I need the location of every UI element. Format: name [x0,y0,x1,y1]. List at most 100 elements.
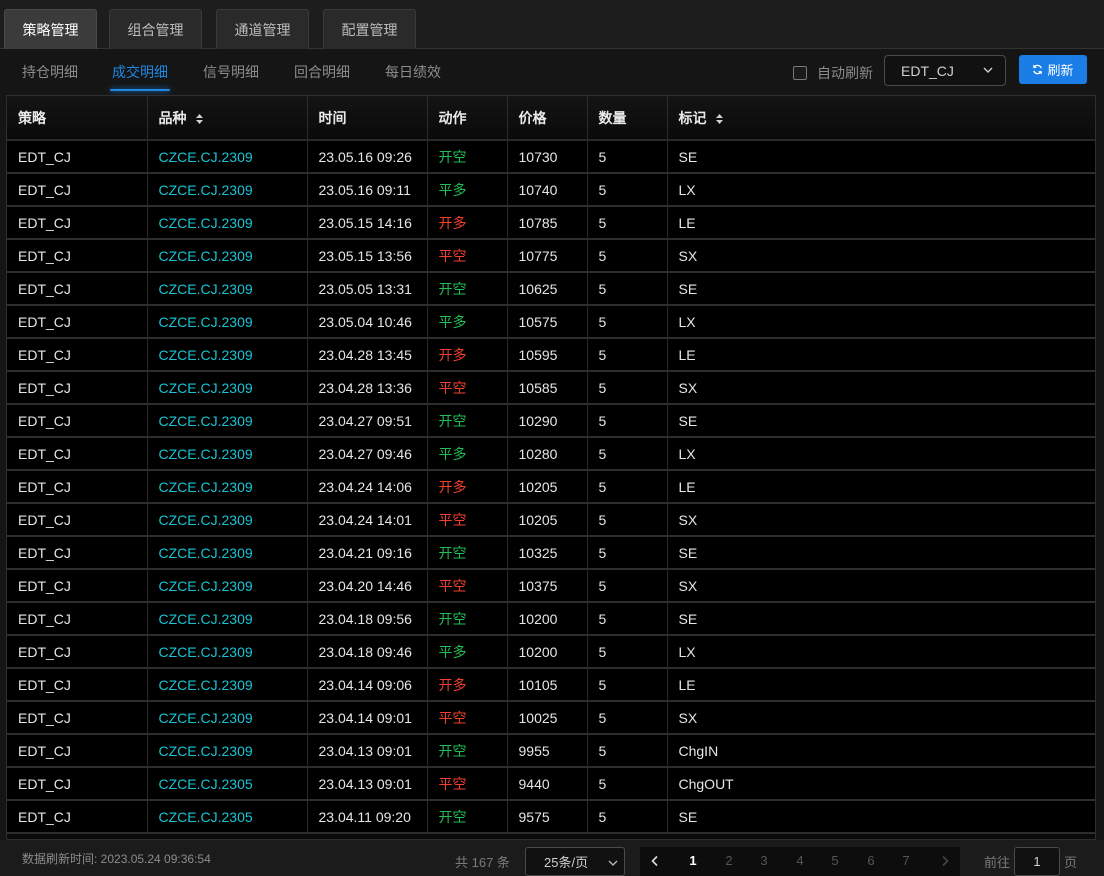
cell-quantity: 5 [587,437,668,471]
cell-action: 平空 [427,239,508,273]
cell-tag: SE [667,140,1095,174]
table-row[interactable]: EDT_CJ CZCE.CJ.2309 23.04.14 09:01 平空 10025 5… [7,701,1095,735]
cell-symbol: CZCE.CJ.2309 [147,734,308,768]
subtab-rounds[interactable]: 回合明细 [294,62,350,82]
tab-strategy-management[interactable]: 策略管理 [4,9,97,49]
cell-tag: SE [667,404,1095,438]
subtab-daily-performance[interactable]: 每日绩效 [385,62,441,82]
cell-action: 开空 [427,602,508,636]
sort-icon[interactable] [715,113,724,125]
table-row[interactable]: EDT_CJ CZCE.CJ.2309 23.05.15 14:16 开多 10785 5… [7,206,1095,240]
col-header-symbol[interactable]: 品种 [147,96,308,141]
cell-price: 10290 [507,404,588,438]
cell-action: 平空 [427,503,508,537]
table-row[interactable]: EDT_CJ CZCE.CJ.2309 23.04.20 14:46 平空 10375 5… [7,569,1095,603]
page-4[interactable]: 4 [790,853,810,868]
cell-price: 10105 [507,668,588,702]
table-row[interactable]: EDT_CJ CZCE.CJ.2309 23.04.18 09:46 平多 10200 5… [7,635,1095,669]
cell-symbol: CZCE.CJ.2309 [147,404,308,438]
cell-quantity: 5 [587,470,668,504]
cell-quantity: 5 [587,668,668,702]
cell-time: 23.05.16 09:26 [307,140,428,174]
cell-tag: SX [667,701,1095,735]
table-row[interactable]: EDT_CJ CZCE.CJ.2309 23.04.14 09:06 开多 10105 5… [7,668,1095,702]
cell-strategy: EDT_CJ [7,206,148,240]
table-row[interactable]: EDT_CJ CZCE.CJ.2309 23.04.27 09:51 开空 10290 5… [7,404,1095,438]
table-row[interactable]: EDT_CJ CZCE.CJ.2305 23.04.13 09:01 平空 9440 5 C… [7,767,1095,801]
cell-time: 23.04.24 14:06 [307,470,428,504]
cell-price: 10025 [507,701,588,735]
table-row[interactable]: EDT_CJ CZCE.CJ.2309 23.04.13 09:01 开空 9955 5 C… [7,734,1095,768]
table-row[interactable]: EDT_CJ CZCE.CJ.2309 23.05.15 13:56 平空 10775 5… [7,239,1095,273]
cell-tag: ChgIN [667,734,1095,768]
cell-tag: SE [667,602,1095,636]
cell-symbol: CZCE.CJ.2309 [147,668,308,702]
cell-tag: SE [667,272,1095,306]
col-header-tag[interactable]: 标记 [667,96,1095,141]
tab-channel-management[interactable]: 通道管理 [216,9,309,49]
goto-page-input[interactable] [1014,847,1060,876]
table-row[interactable]: EDT_CJ CZCE.CJ.2309 23.04.24 14:01 平空 10205 5… [7,503,1095,537]
auto-refresh-toggle[interactable]: 自动刷新 [793,63,873,83]
subtab-trades[interactable]: 成交明细 [110,62,170,91]
chevron-right-icon[interactable] [939,855,951,867]
sort-icon[interactable] [195,113,204,125]
cell-strategy: EDT_CJ [7,701,148,735]
cell-symbol: CZCE.CJ.2309 [147,569,308,603]
cell-strategy: EDT_CJ [7,734,148,768]
footer-bar: 数据刷新时间: 2023.05.24 09:36:54 共 167 条 25条/… [0,840,1104,876]
tab-config-management[interactable]: 配置管理 [323,9,416,49]
subtab-positions[interactable]: 持仓明细 [22,62,78,82]
cell-price: 10325 [507,536,588,570]
cell-time: 23.04.13 09:01 [307,767,428,801]
cell-price: 10200 [507,635,588,669]
cell-tag: SX [667,503,1095,537]
cell-action: 开空 [427,800,508,834]
page-6[interactable]: 6 [861,853,881,868]
table-row[interactable]: EDT_CJ CZCE.CJ.2309 23.04.27 09:46 平多 10280 5… [7,437,1095,471]
cell-time: 23.05.15 13:56 [307,239,428,273]
cell-tag: LX [667,173,1095,207]
table-row[interactable]: EDT_CJ CZCE.CJ.2309 23.05.04 10:46 平多 10575 5… [7,305,1095,339]
table-row[interactable]: EDT_CJ CZCE.CJ.2309 23.05.05 13:31 开空 10625 5… [7,272,1095,306]
page-2[interactable]: 2 [719,853,739,868]
table-row[interactable]: EDT_CJ CZCE.CJ.2309 23.05.16 09:26 开空 10730 5… [7,140,1095,174]
table-row[interactable]: EDT_CJ CZCE.CJ.2309 23.04.21 09:16 开空 10325 5… [7,536,1095,570]
table-row[interactable]: EDT_CJ CZCE.CJ.2309 23.05.16 09:11 平多 10740 5… [7,173,1095,207]
cell-strategy: EDT_CJ [7,173,148,207]
refresh-button[interactable]: 刷新 [1019,55,1087,84]
col-header-strategy: 策略 [7,96,148,141]
cell-time: 23.05.05 13:31 [307,272,428,306]
table-row[interactable]: EDT_CJ CZCE.CJ.2305 23.04.11 09:20 开空 9575 5 S… [7,800,1095,834]
page-size-select[interactable]: 25条/页 [525,847,625,876]
cell-price: 10575 [507,305,588,339]
cell-strategy: EDT_CJ [7,503,148,537]
page-7[interactable]: 7 [896,853,916,868]
page-5[interactable]: 5 [825,853,845,868]
auto-refresh-checkbox[interactable] [793,66,807,80]
cell-strategy: EDT_CJ [7,404,148,438]
total-count: 共 167 条 [455,855,510,870]
cell-strategy: EDT_CJ [7,569,148,603]
tab-portfolio-management[interactable]: 组合管理 [109,9,202,49]
cell-action: 平空 [427,569,508,603]
table-row[interactable]: EDT_CJ CZCE.CJ.2309 23.04.24 14:06 开多 10205 5… [7,470,1095,504]
cell-tag: LE [667,668,1095,702]
cell-price: 10280 [507,437,588,471]
table-row[interactable]: EDT_CJ CZCE.CJ.2309 23.04.28 13:45 开多 10595 5… [7,338,1095,372]
table-row[interactable]: EDT_CJ CZCE.CJ.2309 23.04.18 09:56 开空 10200 5… [7,602,1095,636]
cell-action: 开空 [427,734,508,768]
subtab-signals[interactable]: 信号明细 [203,62,259,82]
cell-strategy: EDT_CJ [7,470,148,504]
cell-strategy: EDT_CJ [7,767,148,801]
table-body: EDT_CJ CZCE.CJ.2309 23.05.16 09:26 开空 10730 5… [7,140,1095,834]
cell-action: 平多 [427,173,508,207]
chevron-left-icon[interactable] [649,855,661,867]
page-3[interactable]: 3 [754,853,774,868]
cell-strategy: EDT_CJ [7,437,148,471]
strategy-select[interactable]: EDT_CJ [884,55,1006,86]
cell-price: 10595 [507,338,588,372]
page-1[interactable]: 1 [683,853,703,868]
table-row[interactable]: EDT_CJ CZCE.CJ.2309 23.04.28 13:36 平空 10585 5… [7,371,1095,405]
cell-time: 23.05.04 10:46 [307,305,428,339]
